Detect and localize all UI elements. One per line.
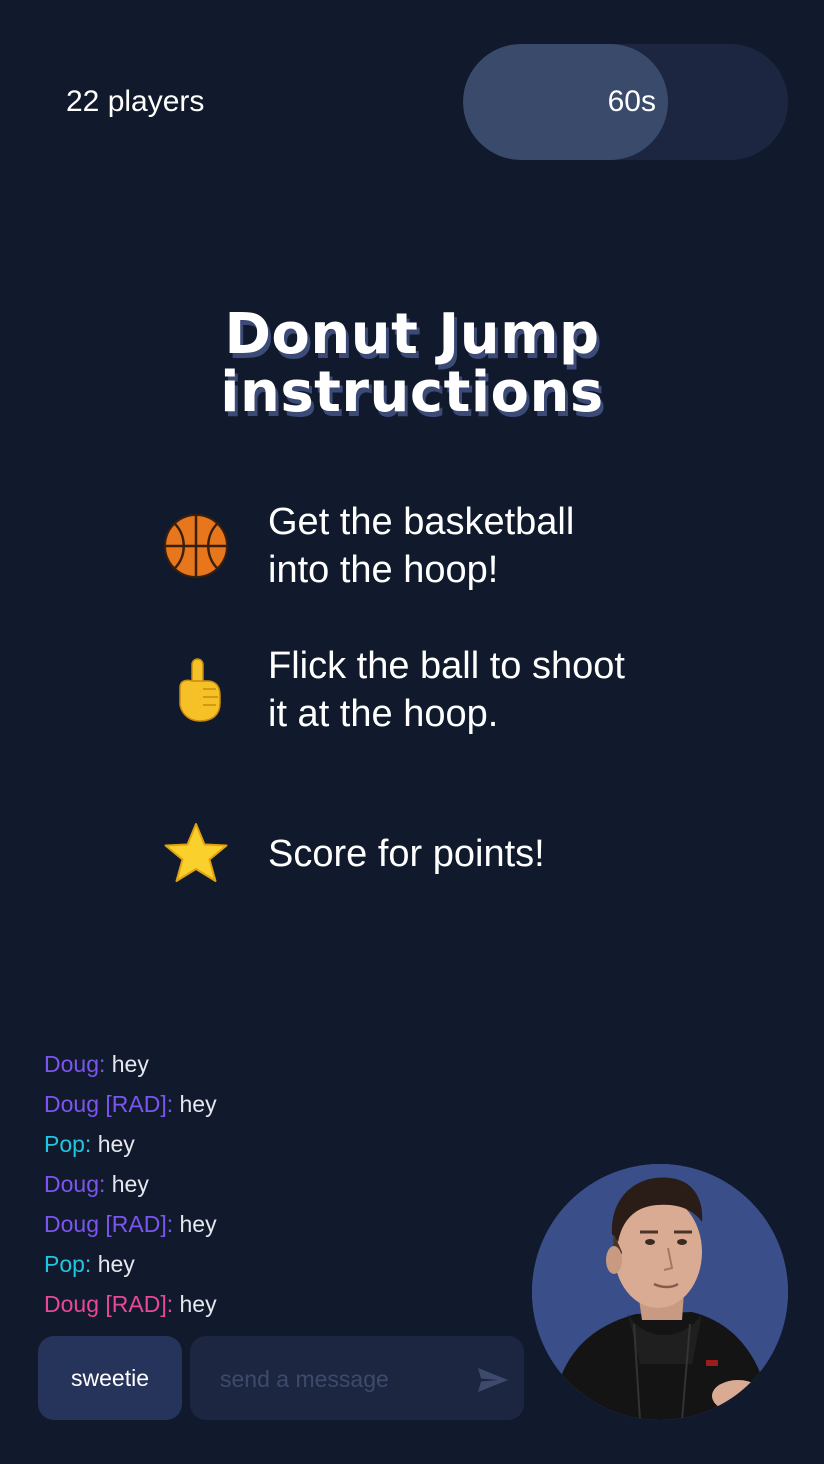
send-icon[interactable] <box>476 1366 510 1394</box>
chat-username: Pop: <box>44 1251 92 1277</box>
page-title: Donut Jump instructions <box>0 306 824 422</box>
chat-text: hey <box>179 1091 217 1117</box>
instruction-item: Flick the ball to shoot it at the hoop. <box>160 642 688 738</box>
chat-text: hey <box>97 1131 135 1157</box>
chat-username: Doug: <box>44 1171 106 1197</box>
timer-label: 60s <box>607 85 656 118</box>
chat-username: Pop: <box>44 1131 92 1157</box>
star-icon <box>160 818 232 890</box>
chat-text: hey <box>179 1291 217 1317</box>
title-line-2: instructions <box>220 360 604 425</box>
instruction-text: Get the basketball into the hoop! <box>268 498 688 594</box>
game-screen: 22 players 60s Donut Jump instructions G… <box>0 0 824 1464</box>
instruction-line: Flick the ball to shoot <box>268 645 625 687</box>
username-button[interactable]: sweetie <box>38 1336 182 1420</box>
chat-message: Doug: hey <box>44 1164 217 1204</box>
chat-message: Pop: hey <box>44 1124 217 1164</box>
chat-message: Doug [RAD]: hey <box>44 1204 217 1244</box>
chat-text: hey <box>97 1251 135 1277</box>
chat-username: Doug [RAD]: <box>44 1291 174 1317</box>
pointing-finger-icon <box>160 654 232 726</box>
instruction-item: Score for points! <box>160 818 688 890</box>
instruction-line: it at the hoop. <box>268 693 499 735</box>
timer-bar: 60s <box>463 44 788 160</box>
message-input-container[interactable] <box>190 1336 524 1422</box>
chat-username: Doug [RAD]: <box>44 1091 174 1117</box>
chat-message: Doug [RAD]: hey <box>44 1084 217 1124</box>
message-input[interactable] <box>218 1336 462 1422</box>
chat-message: Doug [RAD]: hey <box>44 1284 217 1324</box>
chat-username: Doug [RAD]: <box>44 1211 174 1237</box>
user-avatar <box>532 1164 788 1420</box>
chat-message: Doug: hey <box>44 1044 217 1084</box>
chat-message: Pop: hey <box>44 1244 217 1284</box>
chat-log: Doug: hey Doug [RAD]: hey Pop: hey Doug: he… <box>44 1044 217 1324</box>
chat-text: hey <box>111 1051 149 1077</box>
instruction-line: Get the basketball <box>268 501 575 543</box>
instruction-text: Flick the ball to shoot it at the hoop. <box>268 642 688 738</box>
instruction-line: Score for points! <box>268 833 545 875</box>
instruction-text: Score for points! <box>268 830 688 878</box>
basketball-icon <box>160 510 232 582</box>
player-count: 22 players <box>66 85 205 118</box>
instruction-item: Get the basketball into the hoop! <box>160 498 688 594</box>
instruction-line: into the hoop! <box>268 549 499 591</box>
chat-username: Doug: <box>44 1051 106 1077</box>
title-line-1: Donut Jump <box>224 302 600 367</box>
chat-text: hey <box>179 1211 217 1237</box>
timer-fill: 60s <box>463 44 668 160</box>
chat-text: hey <box>111 1171 149 1197</box>
